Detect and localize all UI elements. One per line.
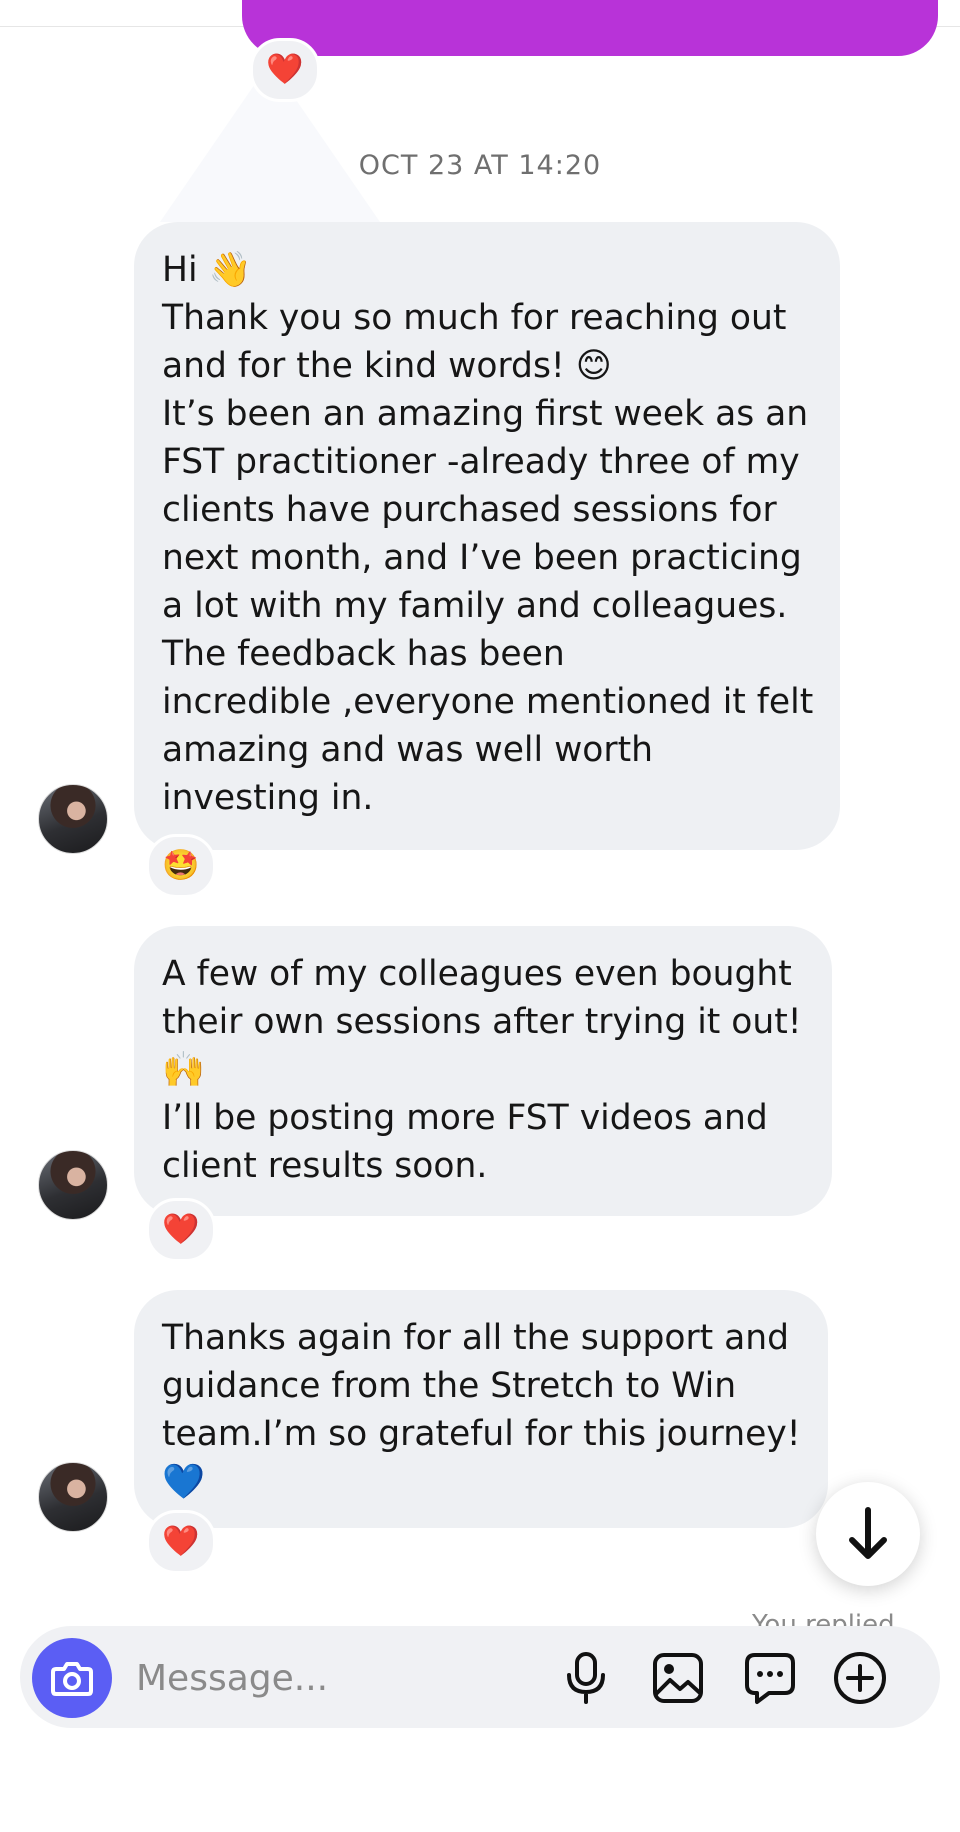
sent-message-reaction[interactable]: ❤️	[250, 38, 320, 102]
thread-timestamp: OCT 23 AT 14:20	[358, 150, 602, 181]
message-line: incredible ,everyone mentioned it felt	[162, 682, 814, 722]
message-line: team.I’m so grateful for this journey!	[162, 1414, 801, 1454]
message-line: Hi 👋	[162, 250, 252, 290]
message-composer	[20, 1626, 940, 1728]
message-line: investing in.	[162, 778, 374, 818]
sender-avatar[interactable]	[38, 1462, 108, 1532]
message-line: clients have purchased sessions for	[162, 490, 777, 530]
sender-avatar[interactable]	[38, 1150, 108, 1220]
message-reaction[interactable]: 🤩	[146, 834, 216, 898]
scroll-to-bottom-button[interactable]	[816, 1482, 920, 1586]
message-line: client results soon.	[162, 1146, 488, 1186]
message-line: next month, and I’ve been practicing	[162, 538, 802, 578]
message-line: 💙	[162, 1462, 205, 1502]
message-line: FST practitioner -already three of my	[162, 442, 800, 482]
received-message-bubble[interactable]: A few of my colleagues even bought their…	[134, 926, 832, 1216]
received-message-bubble[interactable]: Hi 👋 Thank you so much for reaching out …	[134, 222, 840, 850]
message-line: a lot with my family and colleagues.	[162, 586, 788, 626]
camera-button[interactable]	[32, 1638, 112, 1718]
message-line: It’s been an amazing first week as an	[162, 394, 809, 434]
message-line: Thanks again for all the support and	[162, 1318, 790, 1358]
arrow-down-icon	[849, 1507, 887, 1559]
message-line: guidance from the Stretch to Win	[162, 1366, 737, 1406]
message-line: amazing and was well worth	[162, 730, 653, 770]
message-line: The feedback has been	[162, 634, 565, 674]
message-line: their own sessions after trying it out!	[162, 1002, 802, 1042]
camera-icon	[51, 1662, 93, 1696]
message-line: A few of my colleagues even bought	[162, 954, 792, 994]
message-line: 🙌	[162, 1050, 205, 1090]
microphone-button[interactable]	[558, 1650, 614, 1706]
gallery-button[interactable]	[650, 1650, 706, 1706]
sticker-chat-icon	[745, 1653, 795, 1704]
sticker-button[interactable]	[742, 1650, 798, 1706]
message-line: I’ll be posting more FST videos and	[162, 1098, 768, 1138]
message-reaction[interactable]: ❤️	[146, 1198, 216, 1262]
received-message-bubble[interactable]: Thanks again for all the support and gui…	[134, 1290, 828, 1528]
more-button[interactable]	[832, 1650, 888, 1706]
message-reaction[interactable]: ❤️	[146, 1510, 216, 1574]
sent-message-bubble[interactable]	[242, 0, 938, 56]
sender-avatar[interactable]	[38, 784, 108, 854]
message-line: Thank you so much for reaching out	[162, 298, 787, 338]
gallery-icon	[653, 1653, 703, 1703]
microphone-icon	[567, 1652, 605, 1704]
message-line: and for the kind words! 😊	[162, 346, 612, 386]
plus-circle-icon	[834, 1652, 886, 1704]
message-input[interactable]	[134, 1648, 438, 1708]
